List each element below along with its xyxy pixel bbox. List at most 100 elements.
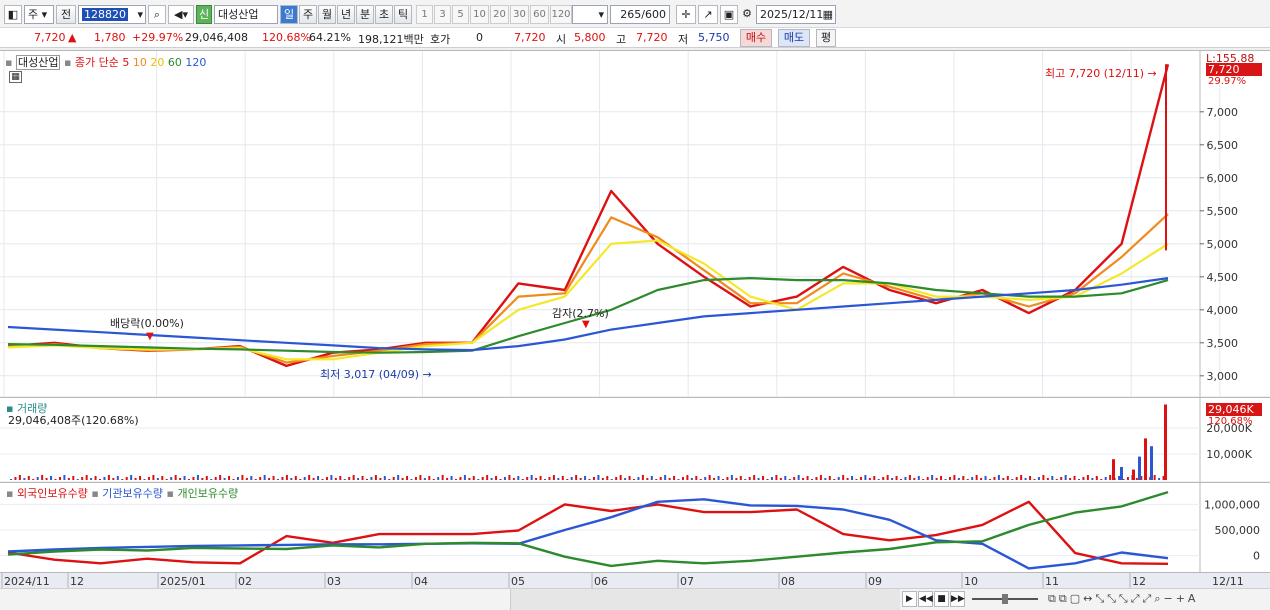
volume-chart[interactable]: 10,000K20,000K <box>0 398 1270 482</box>
volume-bar <box>819 475 822 480</box>
stock-name-field[interactable]: 대성산업 <box>214 5 278 24</box>
volume-bar <box>1015 477 1018 480</box>
date-label: 06 <box>594 575 608 588</box>
volume-bar <box>659 477 662 480</box>
volume-bar <box>535 478 538 480</box>
volume-bar <box>205 476 208 480</box>
prev-button[interactable]: 전 <box>56 5 76 24</box>
ma-legend-item: 20 <box>146 56 165 69</box>
volume-bar <box>1135 478 1138 480</box>
volume-bar <box>980 478 983 480</box>
volume-bar <box>526 477 529 480</box>
volume-bar <box>753 475 756 480</box>
period-tab[interactable]: 주 <box>299 5 317 24</box>
period-tab[interactable]: 분 <box>356 5 374 24</box>
trade-amount: 198,121백만 <box>358 33 424 46</box>
legend-marker: ▪ <box>63 56 72 69</box>
volume-bar <box>1020 475 1023 480</box>
volume-bar <box>726 477 729 480</box>
tick-tab[interactable]: 5 <box>452 5 469 24</box>
volume-bar <box>446 478 449 480</box>
fast-forward-icon[interactable]: ▶▶ <box>950 591 965 607</box>
volume-bar <box>1078 479 1080 480</box>
volume-bar <box>1158 478 1161 480</box>
y-tick-label: 4,500 <box>1207 271 1239 284</box>
new-badge: 신 <box>196 5 212 24</box>
period-tab[interactable]: 일 <box>280 5 298 24</box>
volume-bar <box>601 478 604 480</box>
date-label: 12 <box>1132 575 1146 588</box>
horizontal-scrollbar[interactable] <box>510 589 900 610</box>
eval-button[interactable]: 평 <box>816 29 836 47</box>
volume-bar <box>125 477 128 480</box>
crosshair-icon[interactable]: ✛ <box>676 5 696 24</box>
volume-bar <box>962 476 965 480</box>
bottom-control-bar: ▶ ◀◀ ■ ▶▶ ⧉⧉▢↔⤡⤡⤡⤢⤢⌕−+A <box>0 588 1270 610</box>
tick-tab[interactable]: 10 <box>470 5 489 24</box>
volume-bar <box>575 475 578 480</box>
search-icon[interactable]: ⌕ <box>148 5 166 24</box>
period-tab[interactable]: 초 <box>375 5 393 24</box>
tick-tab[interactable]: 60 <box>530 5 549 24</box>
volume-bar <box>152 475 155 480</box>
sell-button[interactable]: 매도 <box>778 29 810 47</box>
volume-bar <box>468 478 471 480</box>
y-tick-label: 6,000 <box>1207 172 1239 185</box>
gear-icon[interactable]: ⚙ <box>740 5 754 24</box>
code-input[interactable]: 128820 ▾ <box>78 5 146 24</box>
volume-bar <box>361 476 364 480</box>
tick-tab[interactable]: 30 <box>510 5 529 24</box>
high-label: 고 <box>616 33 627 46</box>
volume-bar <box>214 477 217 480</box>
tool-icons[interactable]: ⧉⧉▢↔⤡⤡⤡⤢⤢⌕−+A <box>1048 592 1198 606</box>
volume-bar <box>36 477 39 480</box>
volume-bar <box>610 479 613 480</box>
custom-period-select[interactable]: ▾ <box>572 5 608 24</box>
date-field[interactable]: 2025/12/11 ▦ <box>756 5 836 24</box>
holdings-line <box>7 498 1169 570</box>
volume-bar <box>891 478 894 480</box>
tick-tab[interactable]: 1 <box>416 5 433 24</box>
grid-table-icon[interactable]: ▦ <box>9 71 22 83</box>
volume-bar <box>788 479 791 480</box>
rewind-icon[interactable]: ◀◀ <box>918 591 933 607</box>
volume-bar <box>174 475 177 480</box>
tick-tab[interactable]: 20 <box>490 5 509 24</box>
scroll-right-icon[interactable]: ▶ <box>902 591 917 607</box>
volume-bar <box>739 476 742 480</box>
draw-tool-icon[interactable]: ↗ <box>698 5 718 24</box>
sound-icon[interactable]: ◀▾ <box>168 5 194 24</box>
volume-bar <box>997 475 1000 480</box>
price-legend: ▪ 대성산업 ▪ 종가 단순 5 10 20 60 120 <box>5 54 206 70</box>
volume-bar <box>708 475 711 480</box>
save-icon[interactable]: ▣ <box>720 5 738 24</box>
period-tab[interactable]: 년 <box>337 5 355 24</box>
period-tab[interactable]: 월 <box>318 5 336 24</box>
period-tab[interactable]: 틱 <box>394 5 412 24</box>
tick-tab[interactable]: 120 <box>550 5 572 24</box>
volume-bar <box>299 479 302 480</box>
zoom-slider-handle[interactable] <box>1002 594 1008 604</box>
market-select[interactable]: 주 ▾ <box>24 5 54 24</box>
volume-bar <box>641 475 644 480</box>
buy-button[interactable]: 매수 <box>740 29 772 47</box>
volume-bar <box>664 475 667 480</box>
price-chart[interactable]: 3,000 3,500 4,000 4,500 5,000 5,500 6,000 6,500… <box>0 51 1270 397</box>
y-tick-label: 1,000,000 <box>1204 498 1260 511</box>
window-icon[interactable]: ◧ <box>4 5 22 24</box>
volume-bar <box>156 478 159 480</box>
volume-bar <box>343 479 346 480</box>
open-price: 5,800 <box>574 31 606 44</box>
volume-value: 29,046,408 <box>185 31 248 44</box>
volume-bar <box>392 477 395 480</box>
stop-icon[interactable]: ■ <box>934 591 949 607</box>
volume-bar <box>1118 476 1121 480</box>
volume-bar <box>1073 476 1076 480</box>
tick-tab[interactable]: 3 <box>434 5 451 24</box>
volume-bar <box>308 475 311 480</box>
legend-marker: ▪ <box>91 487 99 500</box>
volume-bar <box>147 477 150 480</box>
count-field[interactable]: 265/600 <box>610 5 670 24</box>
volume-bar <box>325 477 328 480</box>
chevron-down-icon: ▾ <box>137 8 143 21</box>
